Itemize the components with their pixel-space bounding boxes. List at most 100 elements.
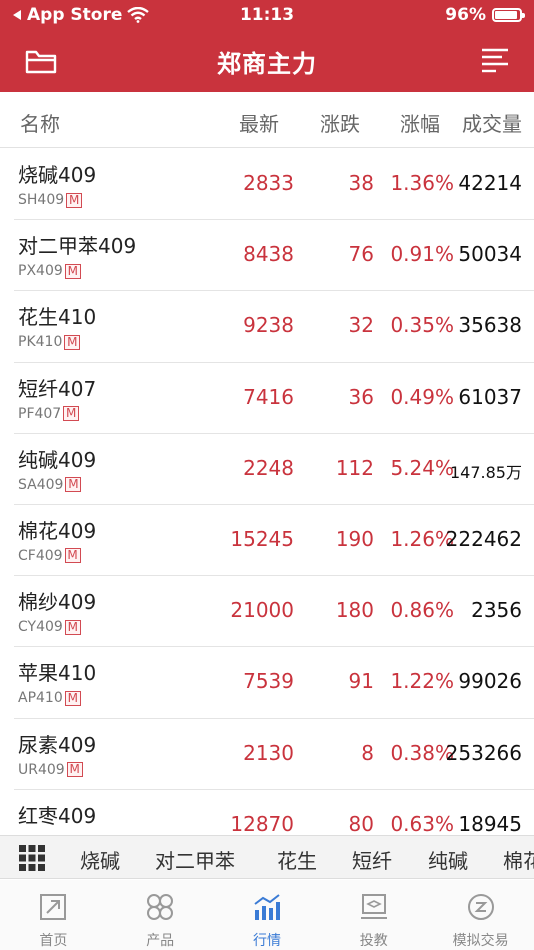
- contract-name: 棉花409: [18, 518, 97, 543]
- menu-icon[interactable]: [478, 44, 512, 78]
- category-item[interactable]: 纯碱: [428, 845, 468, 874]
- code-text: SH409: [18, 192, 65, 208]
- header-name[interactable]: 名称: [20, 108, 60, 137]
- latest-price: 2248: [243, 455, 294, 480]
- table-row[interactable]: 对二甲苯409 PX409 M 8438 76 0.91% 50034: [14, 220, 534, 292]
- contract-name: 对二甲苯409: [18, 234, 137, 259]
- top-bar: App Store 11:13 96% 郑商主力: [0, 0, 534, 92]
- change-percent: 0.91%: [390, 242, 454, 267]
- main-contract-badge: M: [66, 192, 83, 208]
- category-item[interactable]: 对二甲苯: [155, 845, 235, 874]
- market-chart-icon: [254, 894, 280, 920]
- code-text: PK410: [18, 334, 63, 351]
- main-contract-badge: M: [64, 548, 81, 564]
- price-change: 76: [348, 242, 374, 267]
- latest-price: 15245: [230, 526, 294, 551]
- change-percent: 1.26%: [390, 526, 454, 551]
- tab-market[interactable]: 行情: [214, 880, 321, 950]
- contract-name: 棉纱409: [18, 590, 97, 615]
- tab-simulated-trading[interactable]: 模拟交易: [427, 880, 534, 950]
- table-row[interactable]: 红枣409 12870 80 0.63% 18945: [14, 790, 534, 835]
- latest-price: 9238: [243, 313, 294, 338]
- tab-education[interactable]: 投教: [320, 880, 427, 950]
- status-right: 96%: [445, 5, 525, 25]
- grid-menu-icon[interactable]: [18, 844, 46, 872]
- header-pct[interactable]: 涨幅: [400, 108, 440, 137]
- category-item[interactable]: 棉花: [503, 845, 534, 874]
- simulated-trade-icon: [467, 894, 494, 920]
- status-bar: App Store 11:13 96%: [0, 0, 534, 32]
- contract-code: PF407 M: [18, 405, 80, 422]
- change-percent: 0.63%: [390, 811, 454, 835]
- tab-products[interactable]: 产品: [107, 880, 214, 950]
- header-volume[interactable]: 成交量: [462, 108, 522, 137]
- table-row[interactable]: 花生410 PK410 M 9238 32 0.35% 35638: [14, 291, 534, 363]
- code-text: CY409: [18, 619, 63, 636]
- main-contract-badge: M: [64, 263, 81, 279]
- header-change[interactable]: 涨跌: [320, 108, 360, 137]
- code-text: UR409: [18, 761, 65, 778]
- change-percent: 0.35%: [390, 313, 454, 338]
- tab-label: 投教: [359, 933, 388, 949]
- table-header: 名称 最新 涨跌 涨幅 成交量: [0, 92, 534, 148]
- volume: 222462: [445, 526, 522, 551]
- tab-label: 产品: [146, 933, 175, 949]
- latest-price: 21000: [230, 598, 294, 623]
- contract-name: 苹果410: [18, 661, 97, 686]
- latest-price: 2130: [243, 740, 294, 765]
- home-arrow-icon: [40, 894, 67, 920]
- price-change: 112: [335, 455, 374, 480]
- volume: 42214: [458, 171, 522, 195]
- contract-name: 红枣409: [18, 803, 97, 828]
- table-row[interactable]: 短纤407 PF407 M 7416 36 0.49% 61037: [14, 363, 534, 434]
- contract-code: PX409 M: [18, 263, 81, 279]
- contract-name: 烧碱409: [18, 163, 97, 187]
- volume: 253266: [445, 740, 522, 765]
- code-text: SA409: [18, 476, 64, 493]
- table-row[interactable]: 棉花409 CF409 M 15245 190 1.26% 222462: [14, 505, 534, 577]
- main-contract-badge: M: [64, 690, 81, 706]
- tab-bar: 首页 产品 行情 投教 模拟交易: [0, 880, 534, 950]
- volume: 147.85万: [450, 462, 522, 482]
- contract-name: 纯碱409: [18, 447, 97, 472]
- table-row[interactable]: 烧碱409 SH409 M 2833 38 1.36% 42214: [14, 149, 534, 221]
- price-change: 36: [348, 384, 374, 409]
- main-contract-badge: M: [66, 762, 83, 777]
- change-percent: 0.49%: [390, 384, 454, 409]
- tab-label: 行情: [252, 933, 281, 949]
- volume: 2356: [471, 598, 522, 623]
- category-bar: 烧碱 对二甲苯 花生 短纤 纯碱 棉花: [0, 835, 534, 879]
- price-change: 8: [361, 740, 374, 765]
- header-latest[interactable]: 最新: [239, 108, 279, 137]
- table-row[interactable]: 尿素409 UR409 M 2130 8 0.38% 253266: [14, 719, 534, 790]
- table-row[interactable]: 苹果410 AP410 M 7539 91 1.22% 99026: [14, 647, 534, 719]
- contract-code: CY409 M: [18, 619, 81, 635]
- contract-code: UR409 M: [18, 762, 83, 778]
- price-change: 38: [348, 171, 374, 195]
- education-icon: [360, 894, 387, 919]
- contract-code: SA409 M: [18, 476, 82, 493]
- main-contract-badge: M: [63, 406, 80, 422]
- category-item[interactable]: 烧碱: [80, 845, 120, 874]
- change-percent: 0.86%: [390, 598, 454, 623]
- category-item[interactable]: 短纤: [352, 845, 392, 874]
- volume: 18945: [458, 811, 522, 835]
- table-row[interactable]: 纯碱409 SA409 M 2248 112 5.24% 147.85万: [14, 434, 534, 505]
- tab-label: 首页: [39, 933, 68, 949]
- change-percent: 1.36%: [390, 171, 454, 195]
- main-contract-badge: M: [64, 334, 81, 350]
- latest-price: 2833: [243, 171, 294, 195]
- latest-price: 8438: [243, 242, 294, 267]
- code-text: PF407: [18, 405, 62, 422]
- quote-list[interactable]: 烧碱409 SH409 M 2833 38 1.36% 42214 对二甲苯409…: [0, 149, 534, 835]
- price-change: 180: [335, 598, 374, 623]
- table-row[interactable]: 棉纱409 CY409 M 21000 180 0.86% 2356: [14, 576, 534, 648]
- main-contract-badge: M: [65, 477, 82, 493]
- tab-home[interactable]: 首页: [0, 880, 107, 950]
- price-change: 32: [348, 313, 374, 338]
- price-change: 80: [348, 811, 374, 835]
- category-item[interactable]: 花生: [277, 845, 317, 874]
- contract-code: PK410 M: [18, 334, 81, 351]
- contract-name: 尿素409: [18, 732, 97, 757]
- code-text: AP410: [18, 690, 63, 707]
